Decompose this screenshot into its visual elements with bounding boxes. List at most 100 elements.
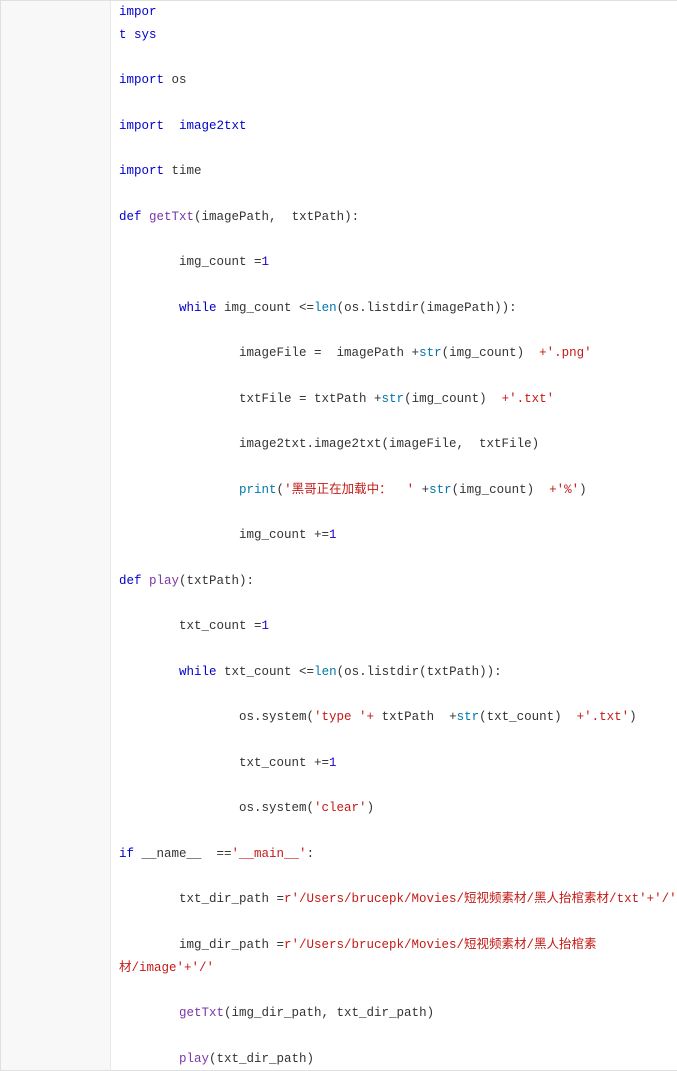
code-line: if __name__ =='__main__': bbox=[1, 843, 677, 866]
code-line bbox=[1, 138, 677, 161]
line-gutter bbox=[1, 684, 111, 707]
line-gutter bbox=[1, 661, 111, 684]
code-line: while txt_count <=len(os.listdir(txtPath… bbox=[1, 661, 677, 684]
line-content bbox=[111, 775, 677, 798]
line-gutter bbox=[1, 206, 111, 229]
line-content bbox=[111, 593, 677, 616]
code-line: txt_dir_path =r'/Users/brucepk/Movies/短视… bbox=[1, 888, 677, 911]
code-line bbox=[1, 911, 677, 934]
line-gutter bbox=[1, 320, 111, 343]
line-content bbox=[111, 502, 677, 525]
line-gutter bbox=[1, 979, 111, 1002]
line-gutter bbox=[1, 433, 111, 456]
line-gutter bbox=[1, 456, 111, 479]
code-line: t sys bbox=[1, 24, 677, 47]
line-gutter bbox=[1, 479, 111, 502]
line-content bbox=[111, 729, 677, 752]
line-gutter bbox=[1, 297, 111, 320]
line-gutter bbox=[1, 183, 111, 206]
code-line: import image2txt bbox=[1, 115, 677, 138]
line-gutter bbox=[1, 775, 111, 798]
code-line bbox=[1, 684, 677, 707]
line-content: img_count =1 bbox=[111, 251, 677, 274]
line-content bbox=[111, 92, 677, 115]
line-gutter bbox=[1, 866, 111, 889]
code-line: os.system('clear') bbox=[1, 797, 677, 820]
code-line bbox=[1, 274, 677, 297]
line-content: if __name__ =='__main__': bbox=[111, 843, 677, 866]
line-content: impor bbox=[111, 1, 677, 24]
line-content bbox=[111, 866, 677, 889]
code-line: import os bbox=[1, 69, 677, 92]
line-content: os.system('type '+ txtPath +str(txt_coun… bbox=[111, 706, 677, 729]
code-line: img_count =1 bbox=[1, 251, 677, 274]
line-gutter bbox=[1, 524, 111, 547]
line-content: while img_count <=len(os.listdir(imagePa… bbox=[111, 297, 677, 320]
code-line: play(txt_dir_path) bbox=[1, 1048, 677, 1071]
code-line: imageFile = imagePath +str(img_count) +'… bbox=[1, 342, 677, 365]
line-gutter bbox=[1, 69, 111, 92]
line-gutter bbox=[1, 706, 111, 729]
code-line bbox=[1, 638, 677, 661]
code-line bbox=[1, 502, 677, 525]
line-gutter bbox=[1, 752, 111, 775]
code-line bbox=[1, 365, 677, 388]
code-line: image2txt.image2txt(imageFile, txtFile) bbox=[1, 433, 677, 456]
code-line: getTxt(img_dir_path, txt_dir_path) bbox=[1, 1002, 677, 1025]
code-line bbox=[1, 183, 677, 206]
line-content bbox=[111, 684, 677, 707]
code-line: os.system('type '+ txtPath +str(txt_coun… bbox=[1, 706, 677, 729]
line-gutter bbox=[1, 570, 111, 593]
line-gutter bbox=[1, 729, 111, 752]
line-content bbox=[111, 365, 677, 388]
code-line: txtFile = txtPath +str(img_count) +'.txt… bbox=[1, 388, 677, 411]
line-gutter bbox=[1, 411, 111, 434]
line-content: def getTxt(imagePath, txtPath): bbox=[111, 206, 677, 229]
code-line bbox=[1, 593, 677, 616]
line-gutter bbox=[1, 160, 111, 183]
code-line: txt_count =1 bbox=[1, 615, 677, 638]
code-line: def play(txtPath): bbox=[1, 570, 677, 593]
line-content bbox=[111, 411, 677, 434]
line-content: 材/image'+'/' bbox=[111, 957, 677, 980]
line-content: imageFile = imagePath +str(img_count) +'… bbox=[111, 342, 677, 365]
code-line bbox=[1, 456, 677, 479]
code-line: 材/image'+'/' bbox=[1, 957, 677, 980]
line-gutter bbox=[1, 934, 111, 957]
line-gutter bbox=[1, 1048, 111, 1071]
line-content bbox=[111, 138, 677, 161]
line-gutter bbox=[1, 957, 111, 980]
code-editor: impor t sys import os import image2txt i… bbox=[0, 0, 677, 1071]
line-content bbox=[111, 456, 677, 479]
line-content: t sys bbox=[111, 24, 677, 47]
code-line bbox=[1, 411, 677, 434]
line-content bbox=[111, 47, 677, 70]
code-line: txt_count +=1 bbox=[1, 752, 677, 775]
line-gutter bbox=[1, 502, 111, 525]
line-gutter bbox=[1, 115, 111, 138]
line-content: while txt_count <=len(os.listdir(txtPath… bbox=[111, 661, 677, 684]
code-line bbox=[1, 320, 677, 343]
line-gutter bbox=[1, 1, 111, 24]
code-line: img_count +=1 bbox=[1, 524, 677, 547]
line-content: image2txt.image2txt(imageFile, txtFile) bbox=[111, 433, 677, 456]
line-gutter bbox=[1, 843, 111, 866]
line-content: getTxt(img_dir_path, txt_dir_path) bbox=[111, 1002, 677, 1025]
code-line bbox=[1, 979, 677, 1002]
line-content: os.system('clear') bbox=[111, 797, 677, 820]
code-line bbox=[1, 47, 677, 70]
code-line bbox=[1, 92, 677, 115]
line-content bbox=[111, 547, 677, 570]
code-line bbox=[1, 866, 677, 889]
code-line bbox=[1, 729, 677, 752]
line-gutter bbox=[1, 388, 111, 411]
line-gutter bbox=[1, 229, 111, 252]
line-gutter bbox=[1, 92, 111, 115]
line-content: txt_count =1 bbox=[111, 615, 677, 638]
line-content bbox=[111, 979, 677, 1002]
line-content: import image2txt bbox=[111, 115, 677, 138]
line-content: import time bbox=[111, 160, 677, 183]
line-content: print('黑哥正在加载中： ' +str(img_count) +'%') bbox=[111, 479, 677, 502]
line-gutter bbox=[1, 638, 111, 661]
line-gutter bbox=[1, 251, 111, 274]
